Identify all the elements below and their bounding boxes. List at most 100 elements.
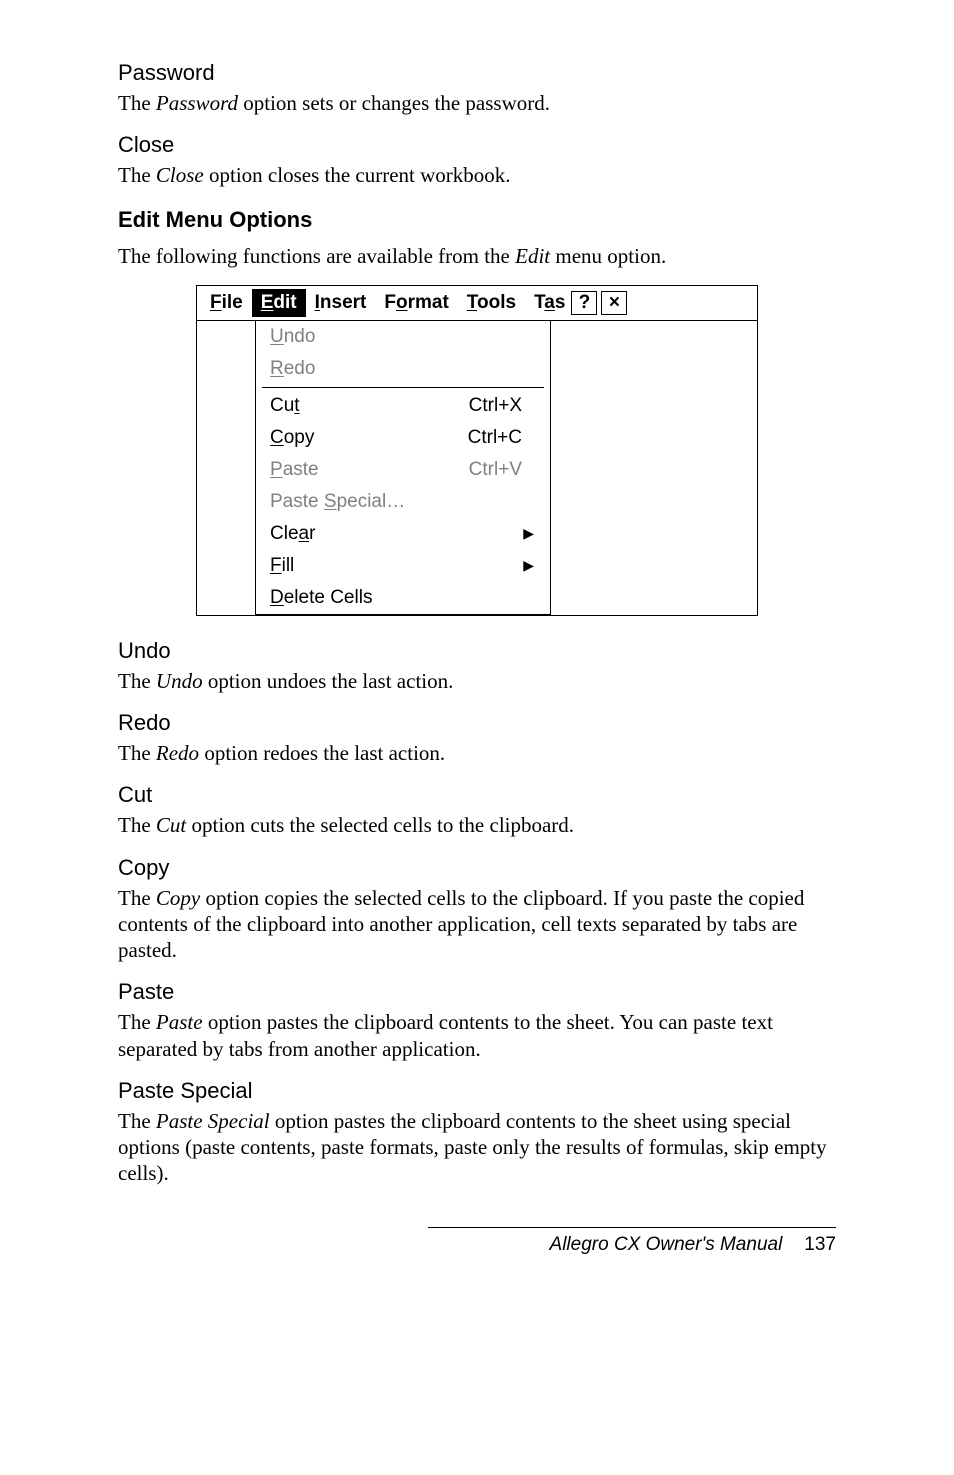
menu-edit[interactable]: Edit: [252, 289, 306, 317]
u: S: [324, 491, 337, 512]
edit-menu-screenshot: File Edit Insert Format Tools Tas ? × Un…: [196, 285, 758, 616]
menu-item-undo: Undo: [256, 321, 550, 353]
separator: [262, 387, 544, 388]
r: nsert: [320, 292, 366, 313]
text-close: The Close option closes the current work…: [118, 162, 836, 188]
p: T: [534, 292, 544, 313]
footer-page-number: 137: [804, 1234, 836, 1256]
r: dit: [273, 292, 296, 313]
text-edit-menu-options: The following functions are available fr…: [118, 243, 836, 269]
u: T: [467, 292, 477, 313]
close-button[interactable]: ×: [601, 291, 627, 315]
r: ile: [222, 292, 243, 313]
u: P: [270, 459, 283, 480]
u: a: [299, 523, 310, 544]
text-redo: The Redo option redoes the last action.: [118, 740, 836, 766]
footer-title: Allegro CX Owner's Manual: [550, 1234, 783, 1256]
r: aste: [283, 459, 319, 480]
shortcut: Ctrl+C: [468, 427, 540, 449]
p2: r: [309, 523, 315, 544]
t: option undoes the last action.: [203, 669, 454, 693]
t: option pastes the clipboard contents to …: [118, 1010, 773, 1060]
t: The: [118, 1109, 156, 1133]
heading-paste: Paste: [118, 979, 836, 1005]
u: t: [294, 395, 299, 416]
heading-copy: Copy: [118, 855, 836, 881]
text-paste: The Paste option pastes the clipboard co…: [118, 1009, 836, 1062]
text-copy: The Copy option copies the selected cell…: [118, 885, 836, 964]
p: Cle: [270, 523, 299, 544]
menu-item-clear[interactable]: Clear ▶: [256, 518, 550, 550]
menu-item-copy[interactable]: Copy Ctrl+C: [256, 422, 550, 454]
shortcut: Ctrl+V: [469, 459, 540, 481]
u: E: [261, 292, 274, 313]
menu-tools[interactable]: Tools: [458, 289, 525, 317]
p: Cu: [270, 395, 294, 416]
heading-redo: Redo: [118, 710, 836, 736]
t: Paste: [156, 1010, 203, 1034]
t: Paste Special: [156, 1109, 270, 1133]
u: F: [270, 555, 282, 576]
t: The: [118, 163, 156, 187]
text-undo: The Undo option undoes the last action.: [118, 668, 836, 694]
heading-close: Close: [118, 132, 836, 158]
menu-item-cut[interactable]: Cut Ctrl+X: [256, 390, 550, 422]
menu-file[interactable]: File: [201, 289, 252, 317]
help-button[interactable]: ?: [571, 291, 597, 315]
t: Redo: [156, 741, 199, 765]
t: The: [118, 886, 156, 910]
menu-item-fill[interactable]: Fill ▶: [256, 550, 550, 582]
heading-edit-menu-options: Edit Menu Options: [118, 207, 836, 233]
t: option sets or changes the password.: [238, 91, 550, 115]
page-footer: Allegro CX Owner's Manual 137: [428, 1227, 836, 1256]
menu-format[interactable]: Format: [375, 289, 457, 317]
r: elete Cells: [284, 587, 373, 608]
menu-tas[interactable]: Tas: [525, 289, 567, 317]
r: edo: [284, 358, 316, 379]
u: R: [270, 358, 284, 379]
t: The: [118, 813, 156, 837]
text-cut: The Cut option cuts the selected cells t…: [118, 812, 836, 838]
submenu-arrow-icon: ▶: [523, 557, 540, 574]
text-paste-special: The Paste Special option pastes the clip…: [118, 1108, 836, 1187]
p2: rmat: [408, 292, 449, 313]
t: option cuts the selected cells to the cl…: [186, 813, 574, 837]
t: Close: [156, 163, 204, 187]
menubar: File Edit Insert Format Tools Tas ? ×: [197, 286, 757, 321]
r: ill: [282, 555, 295, 576]
p2: s: [555, 292, 566, 313]
edit-dropdown: Undo Redo Cut Ctrl+X Copy Ctrl+C Paste C…: [255, 321, 551, 615]
t: Cut: [156, 813, 186, 837]
t: menu option.: [550, 244, 666, 268]
u: D: [270, 587, 284, 608]
menu-item-redo: Redo: [256, 353, 550, 385]
heading-cut: Cut: [118, 782, 836, 808]
shortcut: Ctrl+X: [469, 395, 540, 417]
menu-item-paste-special: Paste Special…: [256, 486, 550, 518]
u: F: [210, 292, 222, 313]
t: The: [118, 91, 156, 115]
r: opy: [284, 427, 315, 448]
t: The: [118, 741, 156, 765]
t: The following functions are available fr…: [118, 244, 515, 268]
t: The: [118, 669, 156, 693]
menu-insert[interactable]: Insert: [306, 289, 376, 317]
r: ndo: [284, 326, 316, 347]
text-password: The Password option sets or changes the …: [118, 90, 836, 116]
t: Copy: [156, 886, 200, 910]
t: Password: [156, 91, 238, 115]
menu-item-paste: Paste Ctrl+V: [256, 454, 550, 486]
p2: pecial…: [337, 491, 406, 512]
p: F: [384, 292, 396, 313]
t: option redoes the last action.: [199, 741, 445, 765]
heading-paste-special: Paste Special: [118, 1078, 836, 1104]
t: option closes the current workbook.: [204, 163, 511, 187]
u: a: [544, 292, 555, 313]
heading-undo: Undo: [118, 638, 836, 664]
u: o: [396, 292, 408, 313]
menu-item-delete-cells[interactable]: Delete Cells: [256, 582, 550, 614]
submenu-arrow-icon: ▶: [523, 525, 540, 542]
t: Undo: [156, 669, 203, 693]
heading-password: Password: [118, 60, 836, 86]
t: Edit: [515, 244, 550, 268]
